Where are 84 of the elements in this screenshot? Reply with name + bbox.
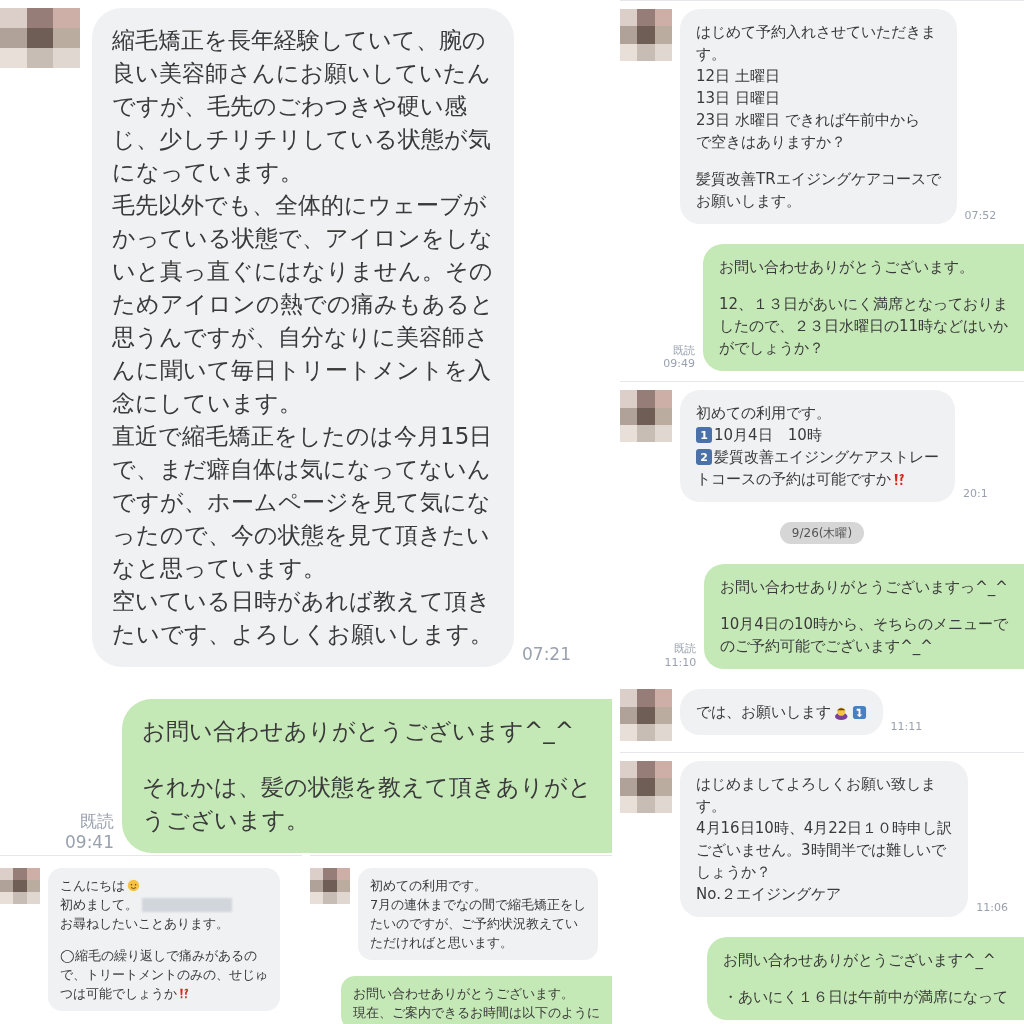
- message-line: それかは、髪の状態を教えて頂きありがと: [142, 773, 592, 802]
- message-line: ためアイロンの熱での痛みもあると: [112, 290, 494, 319]
- message-line: たいです、よろしくお願いします。: [112, 620, 493, 649]
- message-line: お問い合わせありがとうございます。: [353, 985, 574, 1003]
- message-line: 23日 水曜日 できれば午前中から: [696, 110, 920, 131]
- read-receipt: 既読: [674, 641, 697, 656]
- message-time: 11:06: [976, 900, 1009, 917]
- message-line: じ、少しチリチリしている状態が気: [112, 125, 491, 154]
- message-line: 直近で縮毛矯正をしたのは今月15日: [112, 422, 493, 451]
- message-line: のご予約可能でございます^_^: [720, 636, 933, 658]
- message-line: 念にしています。: [112, 389, 302, 418]
- message-line: はじめて予約入れさせていただきま: [696, 22, 936, 43]
- message-time: 11:11: [890, 718, 923, 735]
- message-line: 4月16日10時、4月22日１０時申し訳: [696, 818, 953, 839]
- exclamation-question-icon: [177, 987, 190, 1000]
- message-line: 良い美容師さんにお願いしていたん: [112, 59, 491, 88]
- message-line: ですが、毛先のごわつきや硬い感: [112, 92, 467, 121]
- message-line: お問い合わせありがとうございますっ^_^: [720, 577, 1008, 599]
- pixelated-avatar: [620, 761, 672, 813]
- message-line: ですが、ホームページを見て気にな: [112, 488, 491, 517]
- message-line: ったので、今の状態を見て頂きたい: [112, 521, 490, 550]
- message-line: んに聞いて毎日トリートメントを入: [112, 356, 491, 385]
- message-line: 縮毛矯正を長年経験していて、腕の: [112, 26, 486, 55]
- message-line: 毛先以外でも、全体的にウェーブが: [112, 191, 487, 220]
- message-line: したので、２３日水曜日の11時などはいか: [718, 316, 1008, 337]
- message-line: うございます。: [142, 806, 309, 835]
- message-line: お問い合わせありがとうございます。: [718, 257, 974, 278]
- message-line: 初めての利用です。: [696, 403, 831, 425]
- message-line: こんにちは: [60, 877, 125, 895]
- message-line: 現在、ご案内できるお時間は以下のように: [353, 1004, 600, 1022]
- pixelated-avatar: [620, 9, 672, 61]
- message-line: 初めまして。: [60, 896, 138, 914]
- message-time: 07:52: [964, 207, 997, 224]
- pixelated-avatar: [310, 868, 350, 904]
- message-time: 09:49: [663, 357, 695, 371]
- date-separator: 9/26(木曜): [779, 522, 865, 545]
- message-line: しょうか？: [696, 862, 771, 883]
- message-line: ◯縮毛の繰り返しで痛みがあるの: [60, 947, 257, 965]
- message-line: 10月4日 10時: [714, 425, 822, 447]
- read-receipt: 既読: [672, 343, 695, 358]
- message-line: お願いします。: [696, 191, 801, 212]
- message-line: 13日 日曜日: [696, 88, 780, 109]
- message-line: 10月4日の10時から、そちらのメニューで: [720, 614, 1008, 636]
- message-line: トコースの予約は可能ですか: [696, 469, 891, 491]
- message-line: つは可能でしょうか: [60, 985, 177, 1003]
- message-line: 7月の連休までなの間で縮毛矯正をし: [370, 896, 587, 914]
- message-line: かっている状態で、アイロンをしな: [112, 224, 493, 253]
- message-line: になっています。: [112, 158, 303, 187]
- message-line: お問い合わせありがとうございます^_^: [142, 717, 575, 746]
- message-line: で、まだ癖自体は気になってないん: [112, 455, 491, 484]
- pixelated-avatar: [0, 868, 40, 904]
- message-line: たいのですが、ご予約状況教えてい: [370, 915, 578, 933]
- message-line: いと真っ直ぐにはなりません。その: [112, 257, 493, 286]
- message-line: はじめましてよろしくお願い致しま: [696, 774, 936, 795]
- message-line: ・あいにく１６日は午前中が満席になって: [723, 987, 1008, 1008]
- keycap-number: 1: [696, 427, 712, 444]
- message-time: 09:41: [65, 831, 114, 853]
- pixelated-avatar: [620, 390, 672, 443]
- message-line: 空いている日時があれば教えて頂き: [112, 587, 491, 616]
- message-line: お問い合わせありがとうございます^_^: [723, 950, 996, 971]
- pixelated-avatar: [620, 689, 672, 742]
- message-line: で、トリートメントのみの、せじゅ: [60, 966, 268, 984]
- smiley-emoji-icon: [127, 879, 140, 892]
- message-time: 20:1: [963, 485, 988, 502]
- message-line: 髪質改善エイジングケアストレー: [714, 447, 939, 469]
- message-line: 思うんですが、自分なりに美容師さ: [112, 323, 489, 352]
- read-receipt: 既読: [80, 810, 114, 832]
- message-line: No.２エイジングケア: [696, 884, 841, 905]
- message-line: では、お願いします: [696, 702, 831, 724]
- message-line: お尋ねしたいことあります。: [60, 915, 229, 933]
- message-line: 12、１３日があいにく満席となっておりま: [718, 294, 1008, 315]
- message-line: ございません。3時間半では難しいで: [696, 840, 946, 861]
- keycap-number: 2: [696, 449, 712, 466]
- message-line: 髪質改善TRエイジングケアコースで: [696, 169, 941, 190]
- message-time: 07:21: [522, 642, 571, 666]
- message-line: なと思っています。: [112, 554, 326, 583]
- message-line: がでしょうか？: [718, 338, 824, 359]
- message-line: 12日 土曜日: [696, 66, 780, 87]
- message-line: ただければと思います。: [370, 934, 513, 952]
- message-line: で空きはありますか？: [696, 132, 846, 153]
- message-line: す。: [696, 44, 726, 65]
- message-line: 初めての利用です。: [370, 877, 487, 895]
- message-time: 11:10: [664, 655, 697, 670]
- message-line: す。: [696, 796, 726, 817]
